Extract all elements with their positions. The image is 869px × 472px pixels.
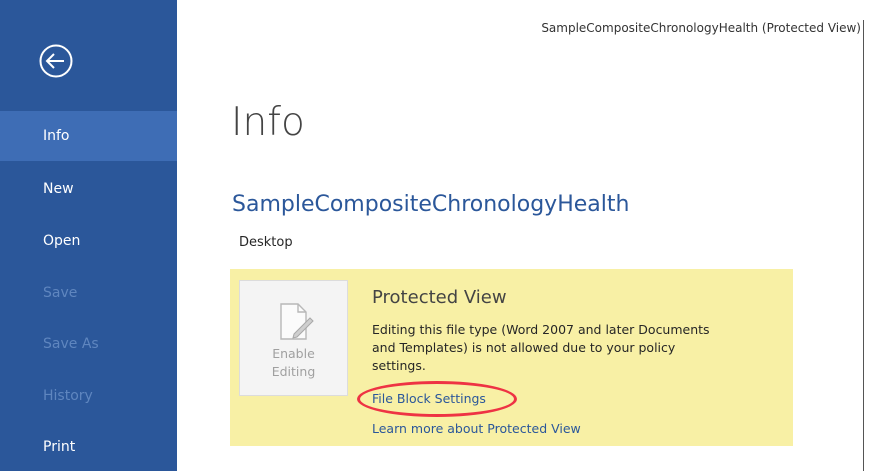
sidebar-item-info[interactable]: Info bbox=[0, 111, 177, 161]
learn-more-protected-view-link[interactable]: Learn more about Protected View bbox=[372, 421, 581, 436]
document-edit-icon bbox=[280, 303, 314, 340]
window-title: SampleCompositeChronologyHealth (Protect… bbox=[541, 21, 861, 35]
window-edge-divider bbox=[863, 20, 864, 471]
back-arrow-circle-icon bbox=[39, 44, 73, 78]
sidebar-item-open[interactable]: Open bbox=[0, 216, 177, 266]
sidebar-item-new[interactable]: New bbox=[0, 164, 177, 214]
back-button[interactable] bbox=[38, 43, 74, 79]
sidebar-item-history: History bbox=[43, 388, 93, 404]
page-title: Info bbox=[231, 100, 305, 145]
sidebar-item-save-as: Save As bbox=[43, 336, 99, 352]
backstage-sidebar: Info New Open Save Save As History Print bbox=[0, 0, 177, 471]
document-location: Desktop bbox=[239, 235, 293, 250]
file-block-settings-link[interactable]: File Block Settings bbox=[372, 391, 486, 406]
protected-view-heading: Protected View bbox=[372, 287, 507, 308]
enable-editing-button[interactable]: Enable Editing bbox=[239, 280, 348, 396]
sidebar-item-save: Save bbox=[43, 285, 78, 301]
sidebar-item-print[interactable]: Print bbox=[0, 422, 177, 472]
protected-view-message: Editing this file type (Word 2007 and la… bbox=[372, 322, 710, 373]
enable-editing-label: Enable Editing bbox=[271, 346, 316, 379]
document-name: SampleCompositeChronologyHealth bbox=[232, 192, 630, 217]
